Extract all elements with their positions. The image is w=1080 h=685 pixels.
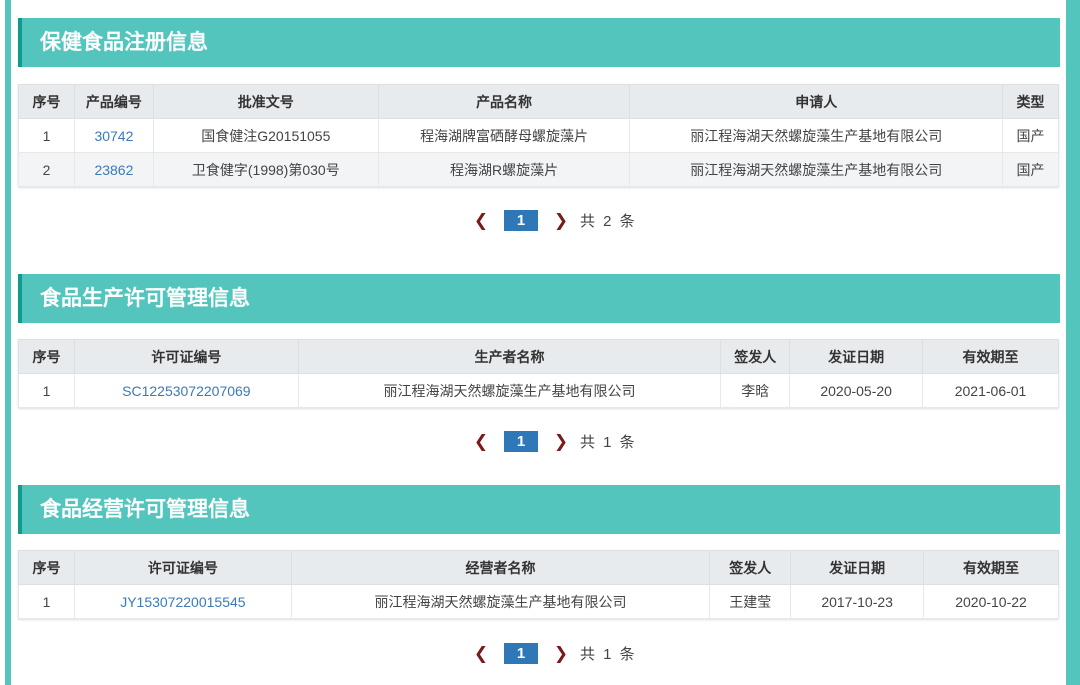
record-link: SC12253072207069 — [73, 373, 299, 408]
food-business-license-section: 食品经营许可管理信息序号 许可证编号 经营者名称 签发人 发证日期 有效期至 1 JY1530… — [18, 485, 1060, 664]
prev-page-icon[interactable]: ❮ — [470, 211, 492, 231]
total-count: 共 1 条 — [580, 434, 637, 451]
column-header: 许可证编号 — [73, 339, 299, 374]
right-border — [1066, 0, 1080, 685]
table-cell: 2020-10-22 — [923, 584, 1059, 619]
record-number-link[interactable]: 30742 — [94, 128, 133, 144]
column-header: 申请人 — [629, 84, 1003, 119]
record-link: JY15307220015545 — [73, 584, 292, 619]
cell-text: 2021-06-01 — [954, 382, 1027, 399]
cell-text: 卫食健字(1998)第030号 — [191, 161, 340, 178]
section-title: 食品生产许可管理信息 — [18, 274, 1060, 323]
cell-text: 2020-05-20 — [820, 382, 892, 399]
table-cell: 2020-05-20 — [789, 373, 924, 408]
table-cell: 卫食健字(1998)第030号 — [152, 152, 379, 187]
record-number-link[interactable]: SC12253072207069 — [122, 383, 250, 399]
table-row: 1 JY15307220015545 丽江程海湖天然螺旋藻生产基地有限公司 王建莹 20… — [18, 584, 1059, 619]
table-cell: 1 — [18, 373, 75, 408]
column-header: 签发人 — [709, 550, 792, 585]
next-page-icon[interactable]: ❯ — [550, 211, 572, 231]
record-number-link[interactable]: 23862 — [94, 162, 133, 178]
record-link: 23862 — [73, 152, 154, 187]
column-header: 序号 — [18, 339, 75, 374]
cell-text: 丽江程海湖天然螺旋藻生产基地有限公司 — [374, 593, 627, 610]
cell-text: 程海湖牌富硒酵母螺旋藻片 — [420, 127, 589, 144]
table-cell: 国食健注G20151055 — [152, 118, 379, 153]
food-business-license-table: 序号 许可证编号 经营者名称 签发人 发证日期 有效期至 1 JY15307220015545… — [18, 550, 1059, 619]
cell-text: 国产 — [1016, 161, 1045, 178]
prev-page-icon[interactable]: ❮ — [470, 644, 492, 664]
section-title: 保健食品注册信息 — [18, 18, 1060, 67]
column-header: 许可证编号 — [73, 550, 292, 585]
record-link: 30742 — [73, 118, 154, 153]
column-header: 经营者名称 — [290, 550, 711, 585]
cell-text: 李晗 — [741, 382, 770, 399]
table-header-row: 序号 许可证编号 经营者名称 签发人 发证日期 有效期至 — [18, 550, 1059, 585]
cell-text: 程海湖R螺旋藻片 — [450, 161, 559, 178]
table-header-row: 序号 产品编号 批准文号 产品名称 申请人 类型 — [18, 84, 1059, 119]
cell-text: 丽江程海湖天然螺旋藻生产基地有限公司 — [383, 382, 636, 399]
table-cell: 丽江程海湖天然螺旋藻生产基地有限公司 — [297, 373, 722, 408]
total-count: 共 2 条 — [580, 213, 637, 230]
column-header: 有效期至 — [923, 550, 1059, 585]
table-cell: 2021-06-01 — [922, 373, 1059, 408]
pagination: ❮ 1 ❯ 共 1 条 — [470, 643, 637, 664]
table-header-row: 序号 许可证编号 生产者名称 签发人 发证日期 有效期至 — [18, 339, 1059, 374]
food-production-license-table: 序号 许可证编号 生产者名称 签发人 发证日期 有效期至 1 SC12253072207069… — [18, 339, 1059, 408]
table-cell: 1 — [18, 584, 75, 619]
column-header: 发证日期 — [790, 550, 925, 585]
column-header: 产品编号 — [73, 84, 154, 119]
health-food-registration-table: 序号 产品编号 批准文号 产品名称 申请人 类型 1 30742 国食健注G20151055 程海… — [18, 84, 1059, 187]
prev-page-icon[interactable]: ❮ — [470, 432, 492, 452]
table-cell: 程海湖R螺旋藻片 — [377, 152, 631, 187]
table-cell: 1 — [18, 118, 75, 153]
table-cell: 丽江程海湖天然螺旋藻生产基地有限公司 — [629, 152, 1003, 187]
table-row: 1 SC12253072207069 丽江程海湖天然螺旋藻生产基地有限公司 李晗 202… — [18, 373, 1059, 408]
food-production-license-section: 食品生产许可管理信息序号 许可证编号 生产者名称 签发人 发证日期 有效期至 1 SC1225… — [18, 274, 1060, 452]
column-header: 批准文号 — [152, 84, 379, 119]
next-page-icon[interactable]: ❯ — [550, 432, 572, 452]
table-cell: 丽江程海湖天然螺旋藻生产基地有限公司 — [290, 584, 711, 619]
table-cell: 王建莹 — [709, 584, 792, 619]
cell-text: 王建莹 — [729, 593, 772, 610]
table-cell: 程海湖牌富硒酵母螺旋藻片 — [377, 118, 631, 153]
table-cell: 2017-10-23 — [790, 584, 925, 619]
health-food-registration-section: 保健食品注册信息序号 产品编号 批准文号 产品名称 申请人 类型 1 30742 国食健注G20… — [18, 18, 1060, 231]
cell-text: 1 — [42, 382, 51, 399]
column-header: 生产者名称 — [297, 339, 722, 374]
pagination: ❮ 1 ❯ 共 1 条 — [470, 431, 637, 452]
page-button-current[interactable]: 1 — [504, 643, 538, 664]
cell-text: 2 — [42, 161, 51, 178]
cell-text: 2017-10-23 — [821, 593, 893, 610]
total-count: 共 1 条 — [580, 646, 637, 663]
cell-text: 1 — [42, 593, 51, 610]
column-header: 序号 — [18, 84, 75, 119]
column-header: 序号 — [18, 550, 75, 585]
cell-text: 丽江程海湖天然螺旋藻生产基地有限公司 — [690, 161, 943, 178]
table-row: 2 23862 卫食健字(1998)第030号 程海湖R螺旋藻片 丽江程海湖天然螺旋藻生… — [18, 152, 1059, 187]
column-header: 签发人 — [720, 339, 791, 374]
cell-text: 1 — [42, 127, 51, 144]
left-border — [5, 0, 11, 685]
column-header: 发证日期 — [789, 339, 924, 374]
cell-text: 国产 — [1016, 127, 1045, 144]
page-button-current[interactable]: 1 — [504, 210, 538, 231]
cell-text: 2020-10-22 — [955, 593, 1027, 610]
column-header: 类型 — [1002, 84, 1059, 119]
cell-text: 丽江程海湖天然螺旋藻生产基地有限公司 — [690, 127, 943, 144]
table-cell: 李晗 — [720, 373, 791, 408]
next-page-icon[interactable]: ❯ — [550, 644, 572, 664]
section-title: 食品经营许可管理信息 — [18, 485, 1060, 534]
column-header: 产品名称 — [377, 84, 631, 119]
page-button-current[interactable]: 1 — [504, 431, 538, 452]
table-cell: 2 — [18, 152, 75, 187]
table-cell: 丽江程海湖天然螺旋藻生产基地有限公司 — [629, 118, 1003, 153]
record-number-link[interactable]: JY15307220015545 — [120, 594, 245, 610]
cell-text: 国食健注G20151055 — [201, 127, 331, 144]
pagination: ❮ 1 ❯ 共 2 条 — [470, 210, 637, 231]
table-row: 1 30742 国食健注G20151055 程海湖牌富硒酵母螺旋藻片 丽江程海湖天然螺旋… — [18, 118, 1059, 153]
table-cell: 国产 — [1002, 152, 1059, 187]
table-cell: 国产 — [1002, 118, 1059, 153]
column-header: 有效期至 — [922, 339, 1059, 374]
